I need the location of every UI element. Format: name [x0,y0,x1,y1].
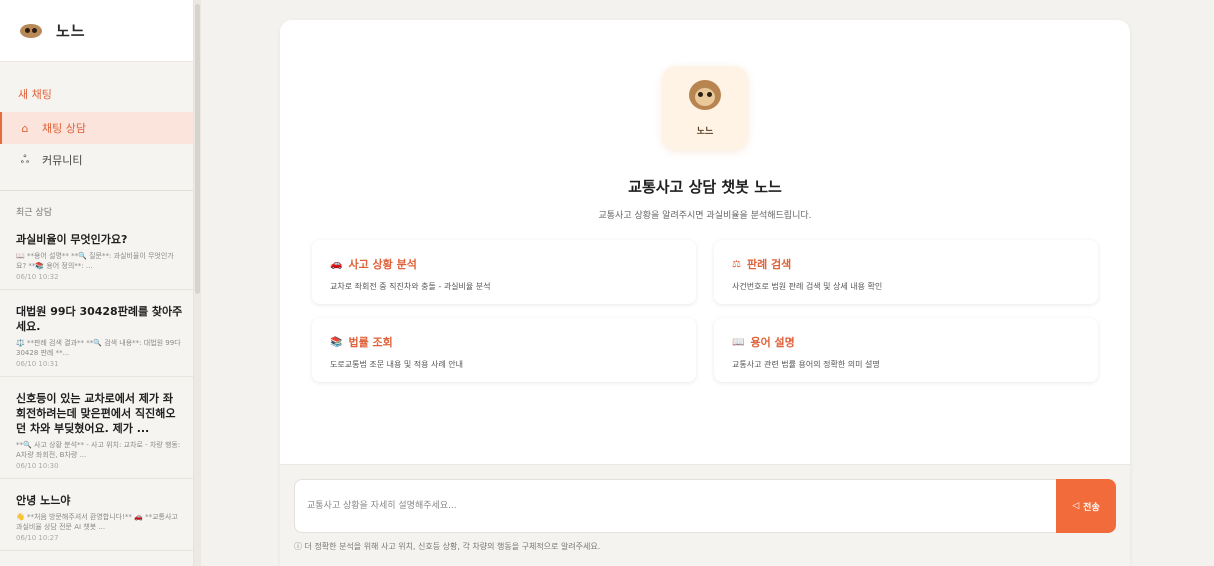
send-label: 전송 [1083,502,1100,513]
new-chat-button[interactable]: 새 채팅 [0,88,193,102]
input-area: ◁ 전송 ⓘ 더 정확한 분석을 위해 사고 위치, 신호등 상황, 각 차량의… [280,464,1130,566]
feature-card-law-lookup[interactable]: 📚 법률 조회 도로교통법 조문 내용 및 적용 사례 안내 [312,318,696,382]
sidebar-nav: ⌂ 채팅 상담 ஃ 커뮤니티 [0,112,193,176]
list-item[interactable]: 안녕 노느야 👋 **처음 방문해주셔서 환영합니다!** 🚗 **교통사고 과… [0,479,193,551]
sidebar-item-label: 채팅 상담 [42,122,86,135]
chat-title: 신호등이 있는 교차로에서 제가 좌회전하려는데 맞은편에서 직진해오던 차와 … [16,392,176,435]
recent-list: 과실비율이 무엇인가요? 📖 **용어 설명** **🔍 질문**: 과실비율이… [0,218,193,551]
book-icon: 📖 [732,336,745,348]
feature-desc: 교통사고 관련 법률 용어의 정확한 의미 설명 [732,360,880,369]
chat-time: 06/10 10:27 [16,534,59,542]
chat-preview: 📖 **용어 설명** **🔍 질문**: 과실비율이 무엇인가요? **📚 용… [16,252,174,270]
scale-icon: ⚖ [732,258,741,270]
chat-title: 대법원 99다 30428판례를 찾아주세요. [16,305,183,333]
mascot-label: 노느 [696,127,714,137]
sidebar-item-label: 커뮤니티 [42,154,83,167]
feature-desc: 교차로 좌회전 중 직진차와 충돌 - 과실비율 분석 [330,282,491,291]
books-icon: 📚 [330,336,343,348]
feature-desc: 사건번호로 법원 판례 검색 및 상세 내용 확인 [732,282,883,291]
chat-title: 안녕 노느야 [16,494,71,507]
app-title: 노느 [56,22,86,40]
page-title: 교통사고 상담 챗봇 노느 [628,178,782,196]
feature-desc: 도로교통법 조문 내용 및 적용 사례 안내 [330,360,464,369]
sidebar-item-community[interactable]: ஃ 커뮤니티 [0,144,193,176]
scrollbar-thumb[interactable] [195,4,200,294]
chat-preview: **🔍 사고 상황 분석** - 사고 위치: 교차로 - 차량 행동: A차량… [16,441,181,459]
feature-card-accident-analysis[interactable]: 🚗 사고 상황 분석 교차로 좌회전 중 직진차와 충돌 - 과실비율 분석 [312,240,696,304]
sidebar-scrollbar[interactable] [194,0,201,566]
feature-title: 용어 설명 [750,336,795,349]
chat-time: 06/10 10:30 [16,462,59,470]
feature-title: 사고 상황 분석 [348,258,417,271]
send-button[interactable]: ◁ 전송 [1056,479,1116,533]
feature-title: 판례 검색 [746,258,792,271]
sidebar: 노느 새 채팅 ⌂ 채팅 상담 ஃ 커뮤니티 최근 상담 과실비율이 무엇인가요… [0,0,194,566]
meerkat-logo-icon [18,22,44,40]
sidebar-item-chat[interactable]: ⌂ 채팅 상담 [0,112,193,144]
chat-preview: 👋 **처음 방문해주셔서 환영합니다!** 🚗 **교통사고 과실비율 상담 … [16,513,178,531]
chat-title: 과실비율이 무엇인가요? [16,233,128,246]
list-item[interactable]: 대법원 99다 30428판례를 찾아주세요. ⚖️ **판례 검색 결과** … [0,290,193,377]
feature-card-precedent-search[interactable]: ⚖ 판례 검색 사건번호로 법원 판례 검색 및 상세 내용 확인 [714,240,1098,304]
feature-card-term-explanation[interactable]: 📖 용어 설명 교통사고 관련 법률 용어의 정확한 의미 설명 [714,318,1098,382]
feature-title: 법률 조회 [348,336,393,349]
message-input[interactable] [294,479,1056,533]
home-icon: ⌂ [21,121,29,135]
page-subtitle: 교통사고 상황을 알려주시면 과실비율을 분석해드립니다. [598,211,812,221]
car-icon: 🚗 [330,258,343,270]
input-hint: ⓘ 더 정확한 분석을 위해 사고 위치, 신호등 상황, 각 차량의 행동을 … [294,542,601,551]
chat-preview: ⚖️ **판례 검색 결과** **🔍 검색 내용**: 대법원 99다 304… [16,339,181,357]
list-item[interactable]: 과실비율이 무엇인가요? 📖 **용어 설명** **🔍 질문**: 과실비율이… [0,218,193,290]
list-item[interactable]: 신호등이 있는 교차로에서 제가 좌회전하려는데 맞은편에서 직진해오던 차와 … [0,377,193,479]
chat-time: 06/10 10:31 [16,360,59,368]
mascot-icon: 노느 [662,66,748,150]
users-icon: ஃ [20,152,30,166]
logo-bar: 노느 [0,0,193,62]
chat-panel: 노느 교통사고 상담 챗봇 노느 교통사고 상황을 알려주시면 과실비율을 분석… [280,20,1130,566]
send-icon: ◁ [1072,501,1080,511]
chat-time: 06/10 10:32 [16,273,59,281]
recent-label: 최근 상담 [16,208,52,218]
